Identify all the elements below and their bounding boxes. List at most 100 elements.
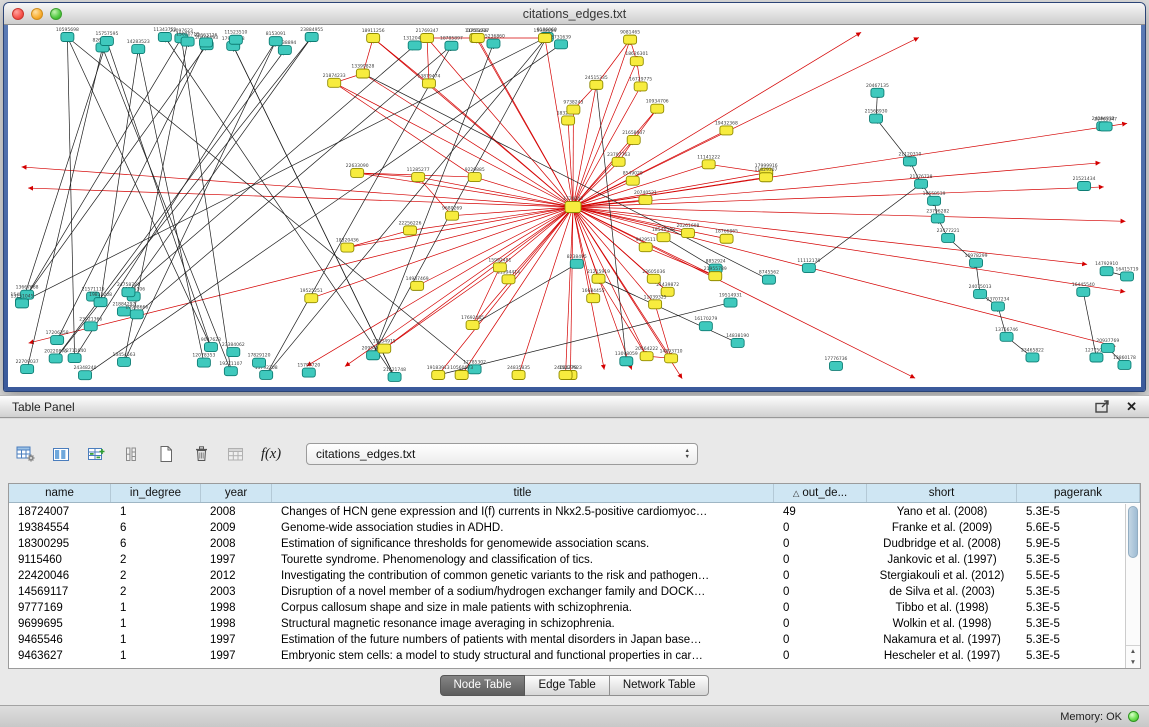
graph-node[interactable]: 24348240 [74, 365, 97, 380]
graph-node[interactable]: 11343753 [153, 27, 176, 42]
graph-node[interactable]: 23477221 [937, 228, 960, 243]
graph-node[interactable]: 11285277 [407, 167, 430, 182]
cell-short[interactable]: Yano et al. (2008) [867, 504, 1017, 520]
cell-in_degree[interactable]: 1 [111, 648, 201, 664]
cell-short[interactable]: Jankovic et al. (1997) [867, 552, 1017, 568]
table-row[interactable]: 2242004622012Investigating the contribut… [9, 568, 1140, 584]
cell-title[interactable]: Disruption of a novel member of a sodium… [272, 584, 774, 600]
cell-out_degree[interactable]: 49 [774, 504, 867, 520]
cell-out_degree[interactable]: 0 [774, 632, 867, 648]
close-panel-icon[interactable]: ✕ [1126, 400, 1137, 413]
graph-node[interactable]: 16558539 [923, 191, 946, 206]
graph-node[interactable]: 23921366 [79, 316, 102, 331]
cell-out_degree[interactable]: 0 [774, 536, 867, 552]
graph-node[interactable]: 23384062 [222, 342, 245, 357]
graph-node[interactable]: 9680269 [442, 206, 462, 221]
cell-short[interactable]: Nakamura et al. (1997) [867, 632, 1017, 648]
cell-title[interactable]: Structural magnetic resonance image aver… [272, 616, 774, 632]
zoom-window-button[interactable] [50, 8, 62, 20]
tab-node-table[interactable]: Node Table [440, 675, 526, 696]
graph-node[interactable]: 23605036 [642, 269, 665, 284]
delete-column-icon[interactable] [189, 443, 213, 465]
graph-node[interactable]: 13098059 [615, 351, 638, 366]
scroll-down-button[interactable]: ▼ [1126, 657, 1140, 668]
column-header-in_degree[interactable]: in_degree [111, 484, 201, 502]
graph-node[interactable]: 21215919 [587, 269, 610, 284]
graph-node[interactable]: 20564222 [635, 346, 658, 361]
graph-node[interactable]: 14937469 [406, 276, 429, 291]
cell-pagerank[interactable]: 5.3E-5 [1017, 616, 1140, 632]
cell-title[interactable]: Genome-wide association studies in ADHD. [272, 520, 774, 536]
cell-title[interactable]: Investigating the contribution of common… [272, 568, 774, 584]
graph-node[interactable]: 9081465 [620, 30, 640, 45]
cell-short[interactable]: Tibbo et al. (1998) [867, 600, 1017, 616]
graph-node[interactable]: 23796282 [926, 208, 949, 223]
graph-node[interactable]: 22633090 [346, 163, 369, 178]
graph-node[interactable]: 13860178 [1113, 355, 1136, 370]
graph-node[interactable]: 9047623 [201, 337, 221, 352]
cell-name[interactable]: 14569117 [9, 584, 111, 600]
graph-node[interactable]: 20261608 [677, 223, 700, 238]
cell-name[interactable]: 9777169 [9, 600, 111, 616]
graph-node[interactable]: 18785897 [440, 36, 463, 51]
cell-title[interactable]: Estimation of significance thresholds fo… [272, 536, 774, 552]
graph-node[interactable]: 15797720 [297, 363, 320, 378]
cell-in_degree[interactable]: 1 [111, 504, 201, 520]
float-panel-icon[interactable] [1095, 400, 1110, 413]
graph-node[interactable]: 14893710 [660, 348, 683, 363]
table-row[interactable]: 1938455462009Genome-wide association stu… [9, 520, 1140, 536]
graph-node[interactable]: 13151045 [11, 293, 34, 308]
graph-node[interactable]: 21955789 [704, 266, 727, 281]
function-builder-icon[interactable]: f(x) [259, 443, 283, 465]
cell-in_degree[interactable]: 6 [111, 536, 201, 552]
table-mode-icon[interactable] [14, 443, 38, 465]
cell-name[interactable]: 19384554 [9, 520, 111, 536]
graph-node[interactable]: 22709037 [16, 359, 39, 374]
cell-title[interactable]: Estimation of the future numbers of pati… [272, 632, 774, 648]
graph-node[interactable]: 17776736 [825, 356, 848, 371]
cell-year[interactable]: 1997 [201, 552, 272, 568]
graph-node[interactable]: 13756746 [995, 327, 1018, 342]
network-canvas[interactable]: 2388495523097623179251482040649322663126… [8, 25, 1141, 387]
graph-node[interactable]: 24835835 [507, 365, 530, 380]
cell-out_degree[interactable]: 0 [774, 616, 867, 632]
graph-node[interactable]: 23884955 [300, 27, 323, 42]
graph-node[interactable]: 18766865 [715, 229, 738, 244]
row-height-icon[interactable] [119, 443, 143, 465]
cell-pagerank[interactable]: 5.3E-5 [1017, 600, 1140, 616]
graph-node[interactable]: 8731639 [551, 34, 571, 49]
cell-in_degree[interactable]: 2 [111, 552, 201, 568]
table-row[interactable]: 1872400712008Changes of HCN gene express… [9, 504, 1140, 520]
graph-node[interactable]: 21658937 [622, 130, 645, 145]
graph-node[interactable]: 24515335 [585, 75, 608, 90]
cell-name[interactable]: 9115460 [9, 552, 111, 568]
cell-year[interactable]: 2012 [201, 568, 272, 584]
cell-title[interactable]: Changes of HCN gene expression and I(f) … [272, 504, 774, 520]
table-select[interactable]: citations_edges.txt ▲▼ [306, 443, 698, 465]
graph-node[interactable]: 8549029 [623, 171, 643, 186]
table-row[interactable]: 911546021997Tourette syndrome. Phenomeno… [9, 552, 1140, 568]
cell-in_degree[interactable]: 6 [111, 520, 201, 536]
graph-node[interactable]: 16415719 [1116, 266, 1139, 281]
cell-out_degree[interactable]: 0 [774, 520, 867, 536]
graph-node[interactable]: 21568930 [865, 109, 888, 124]
cell-in_degree[interactable]: 2 [111, 568, 201, 584]
cell-year[interactable]: 2008 [201, 536, 272, 552]
column-header-title[interactable]: title [272, 484, 774, 502]
graph-node[interactable]: 9429511 [636, 237, 656, 252]
cell-pagerank[interactable]: 5.6E-5 [1017, 520, 1140, 536]
graph-node[interactable]: 15236860 [482, 34, 505, 49]
cell-year[interactable]: 1997 [201, 632, 272, 648]
show-columns-icon[interactable] [49, 443, 73, 465]
graph-node[interactable]: 8745562 [759, 270, 779, 285]
cell-out_degree[interactable]: 0 [774, 600, 867, 616]
table-row[interactable]: 946554611997Estimation of the future num… [9, 632, 1140, 648]
cell-pagerank[interactable]: 5.9E-5 [1017, 536, 1140, 552]
column-header-short[interactable]: short [867, 484, 1017, 502]
cell-pagerank[interactable]: 5.5E-5 [1017, 568, 1140, 584]
graph-node[interactable]: 23465822 [1021, 347, 1044, 362]
close-window-button[interactable] [12, 8, 24, 20]
graph-node[interactable]: 21521748 [383, 367, 406, 382]
graph-node[interactable]: 16729775 [629, 76, 652, 91]
network-window-titlebar[interactable]: citations_edges.txt [4, 3, 1145, 25]
